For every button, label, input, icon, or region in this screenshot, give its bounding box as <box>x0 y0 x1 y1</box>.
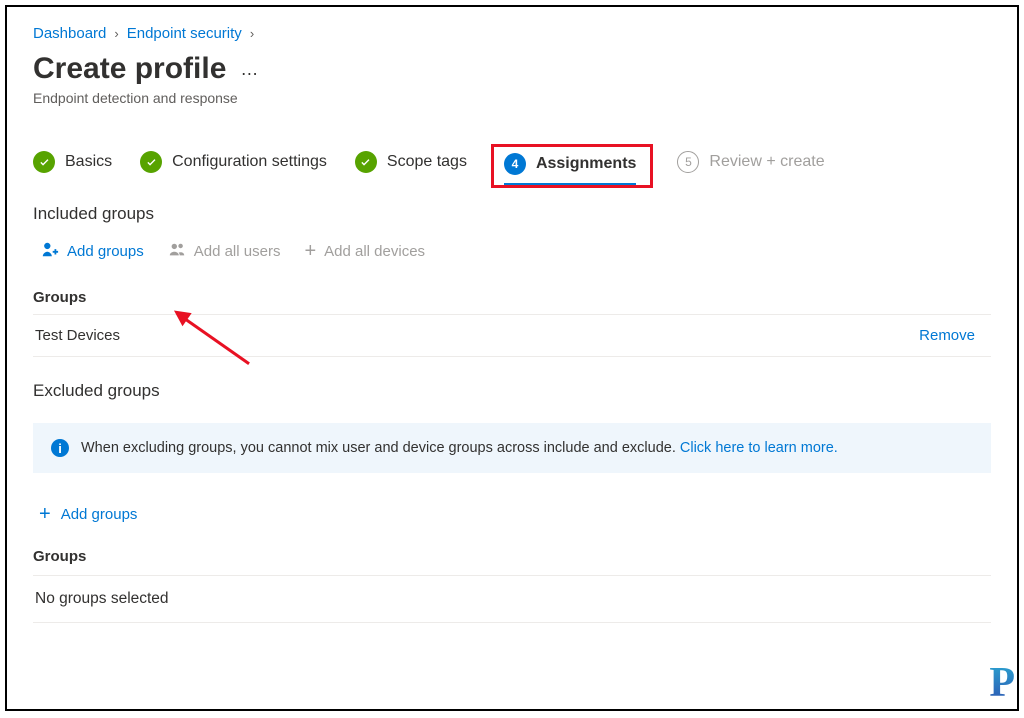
step-label: Review + create <box>709 153 824 171</box>
step-label: Basics <box>65 153 112 171</box>
plus-icon: + <box>304 240 316 263</box>
breadcrumb-dashboard[interactable]: Dashboard <box>33 25 106 42</box>
groups-label: Groups <box>33 289 991 306</box>
breadcrumb-endpoint-security[interactable]: Endpoint security <box>127 25 242 42</box>
included-groups-heading: Included groups <box>33 204 991 224</box>
plus-icon: + <box>39 503 51 526</box>
learn-more-link[interactable]: Click here to learn more. <box>680 440 838 456</box>
add-groups-button[interactable]: Add groups <box>41 237 144 267</box>
page-title: Create profile <box>33 52 226 86</box>
watermark-logo: P <box>989 659 1015 707</box>
people-icon <box>168 241 186 263</box>
action-label: Add all users <box>194 243 281 260</box>
chevron-right-icon: › <box>250 26 254 41</box>
action-label: Add all devices <box>324 243 425 260</box>
no-groups-selected: No groups selected <box>33 576 991 623</box>
check-icon <box>140 151 162 173</box>
action-label: Add groups <box>61 506 138 523</box>
step-label: Configuration settings <box>172 153 327 171</box>
person-add-icon <box>41 241 59 263</box>
excluded-groups-heading: Excluded groups <box>33 381 991 401</box>
annotation-highlight: 4 Assignments <box>491 144 653 188</box>
group-name: Test Devices <box>35 327 120 344</box>
add-all-users-button[interactable]: Add all users <box>168 237 281 267</box>
check-icon <box>33 151 55 173</box>
wizard-stepper: Basics Configuration settings Scope tags… <box>33 150 991 182</box>
add-excluded-groups-button[interactable]: + Add groups <box>39 503 991 526</box>
info-text: When excluding groups, you cannot mix us… <box>81 440 680 456</box>
add-all-devices-button[interactable]: + Add all devices <box>304 236 425 267</box>
step-basics[interactable]: Basics <box>33 151 112 181</box>
more-menu-icon[interactable]: … <box>240 59 260 80</box>
remove-group-link[interactable]: Remove <box>919 327 975 344</box>
action-label: Add groups <box>67 243 144 260</box>
step-configuration-settings[interactable]: Configuration settings <box>140 151 327 181</box>
info-icon: i <box>51 439 69 457</box>
breadcrumb: Dashboard › Endpoint security › <box>33 25 991 42</box>
step-assignments[interactable]: 4 Assignments <box>504 153 636 183</box>
step-number-icon: 4 <box>504 153 526 175</box>
info-banner: i When excluding groups, you cannot mix … <box>33 423 991 473</box>
step-scope-tags[interactable]: Scope tags <box>355 151 467 181</box>
step-label: Scope tags <box>387 153 467 171</box>
check-icon <box>355 151 377 173</box>
step-label: Assignments <box>536 155 636 173</box>
step-number-icon: 5 <box>677 151 699 173</box>
page-subtitle: Endpoint detection and response <box>33 90 991 106</box>
groups-label: Groups <box>33 548 991 565</box>
step-review-create: 5 Review + create <box>677 151 824 181</box>
chevron-right-icon: › <box>114 26 118 41</box>
